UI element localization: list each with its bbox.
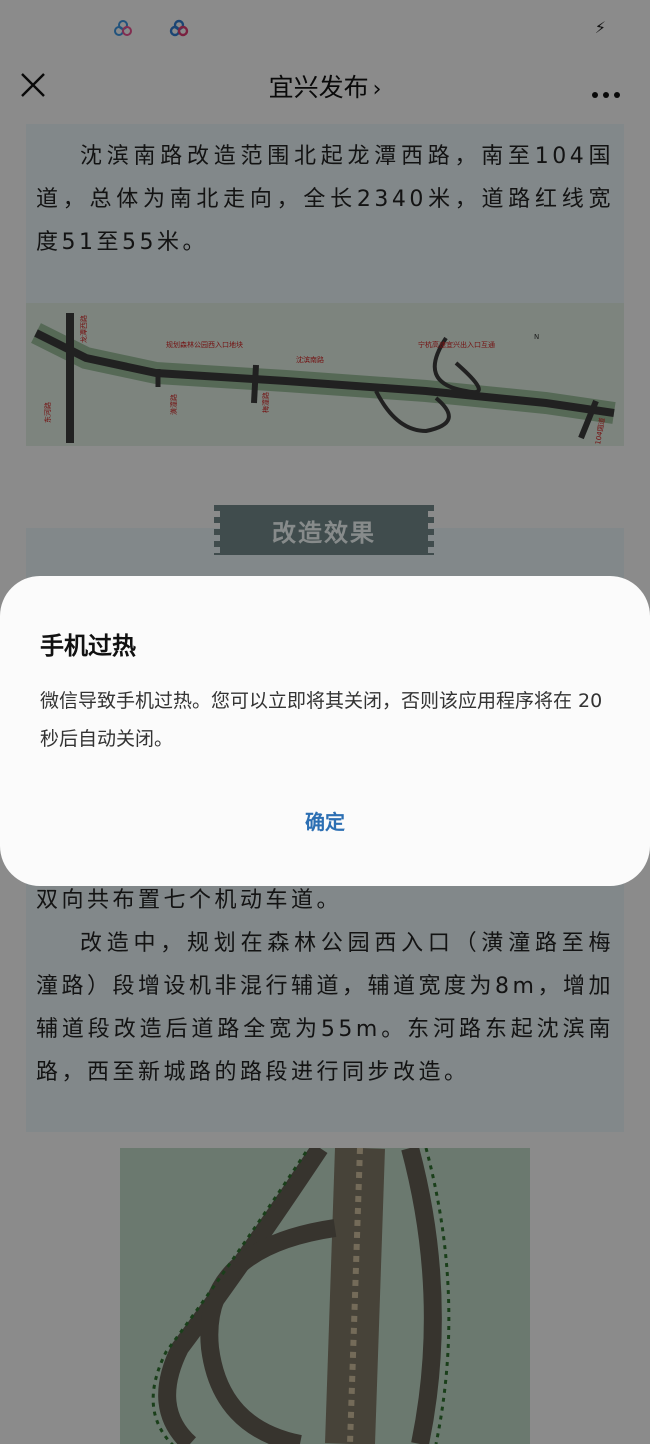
dialog-title: 手机过热 — [40, 632, 136, 660]
dialog-message: 微信导致手机过热。您可以立即将其关闭，否则该应用程序将在 20 秒后自动关闭。 — [40, 690, 603, 750]
ok-button[interactable]: 确定 — [0, 806, 650, 835]
overheat-dialog: 手机过热 微信导致手机过热。您可以立即将其关闭，否则该应用程序将在 20 秒后自… — [0, 576, 650, 886]
